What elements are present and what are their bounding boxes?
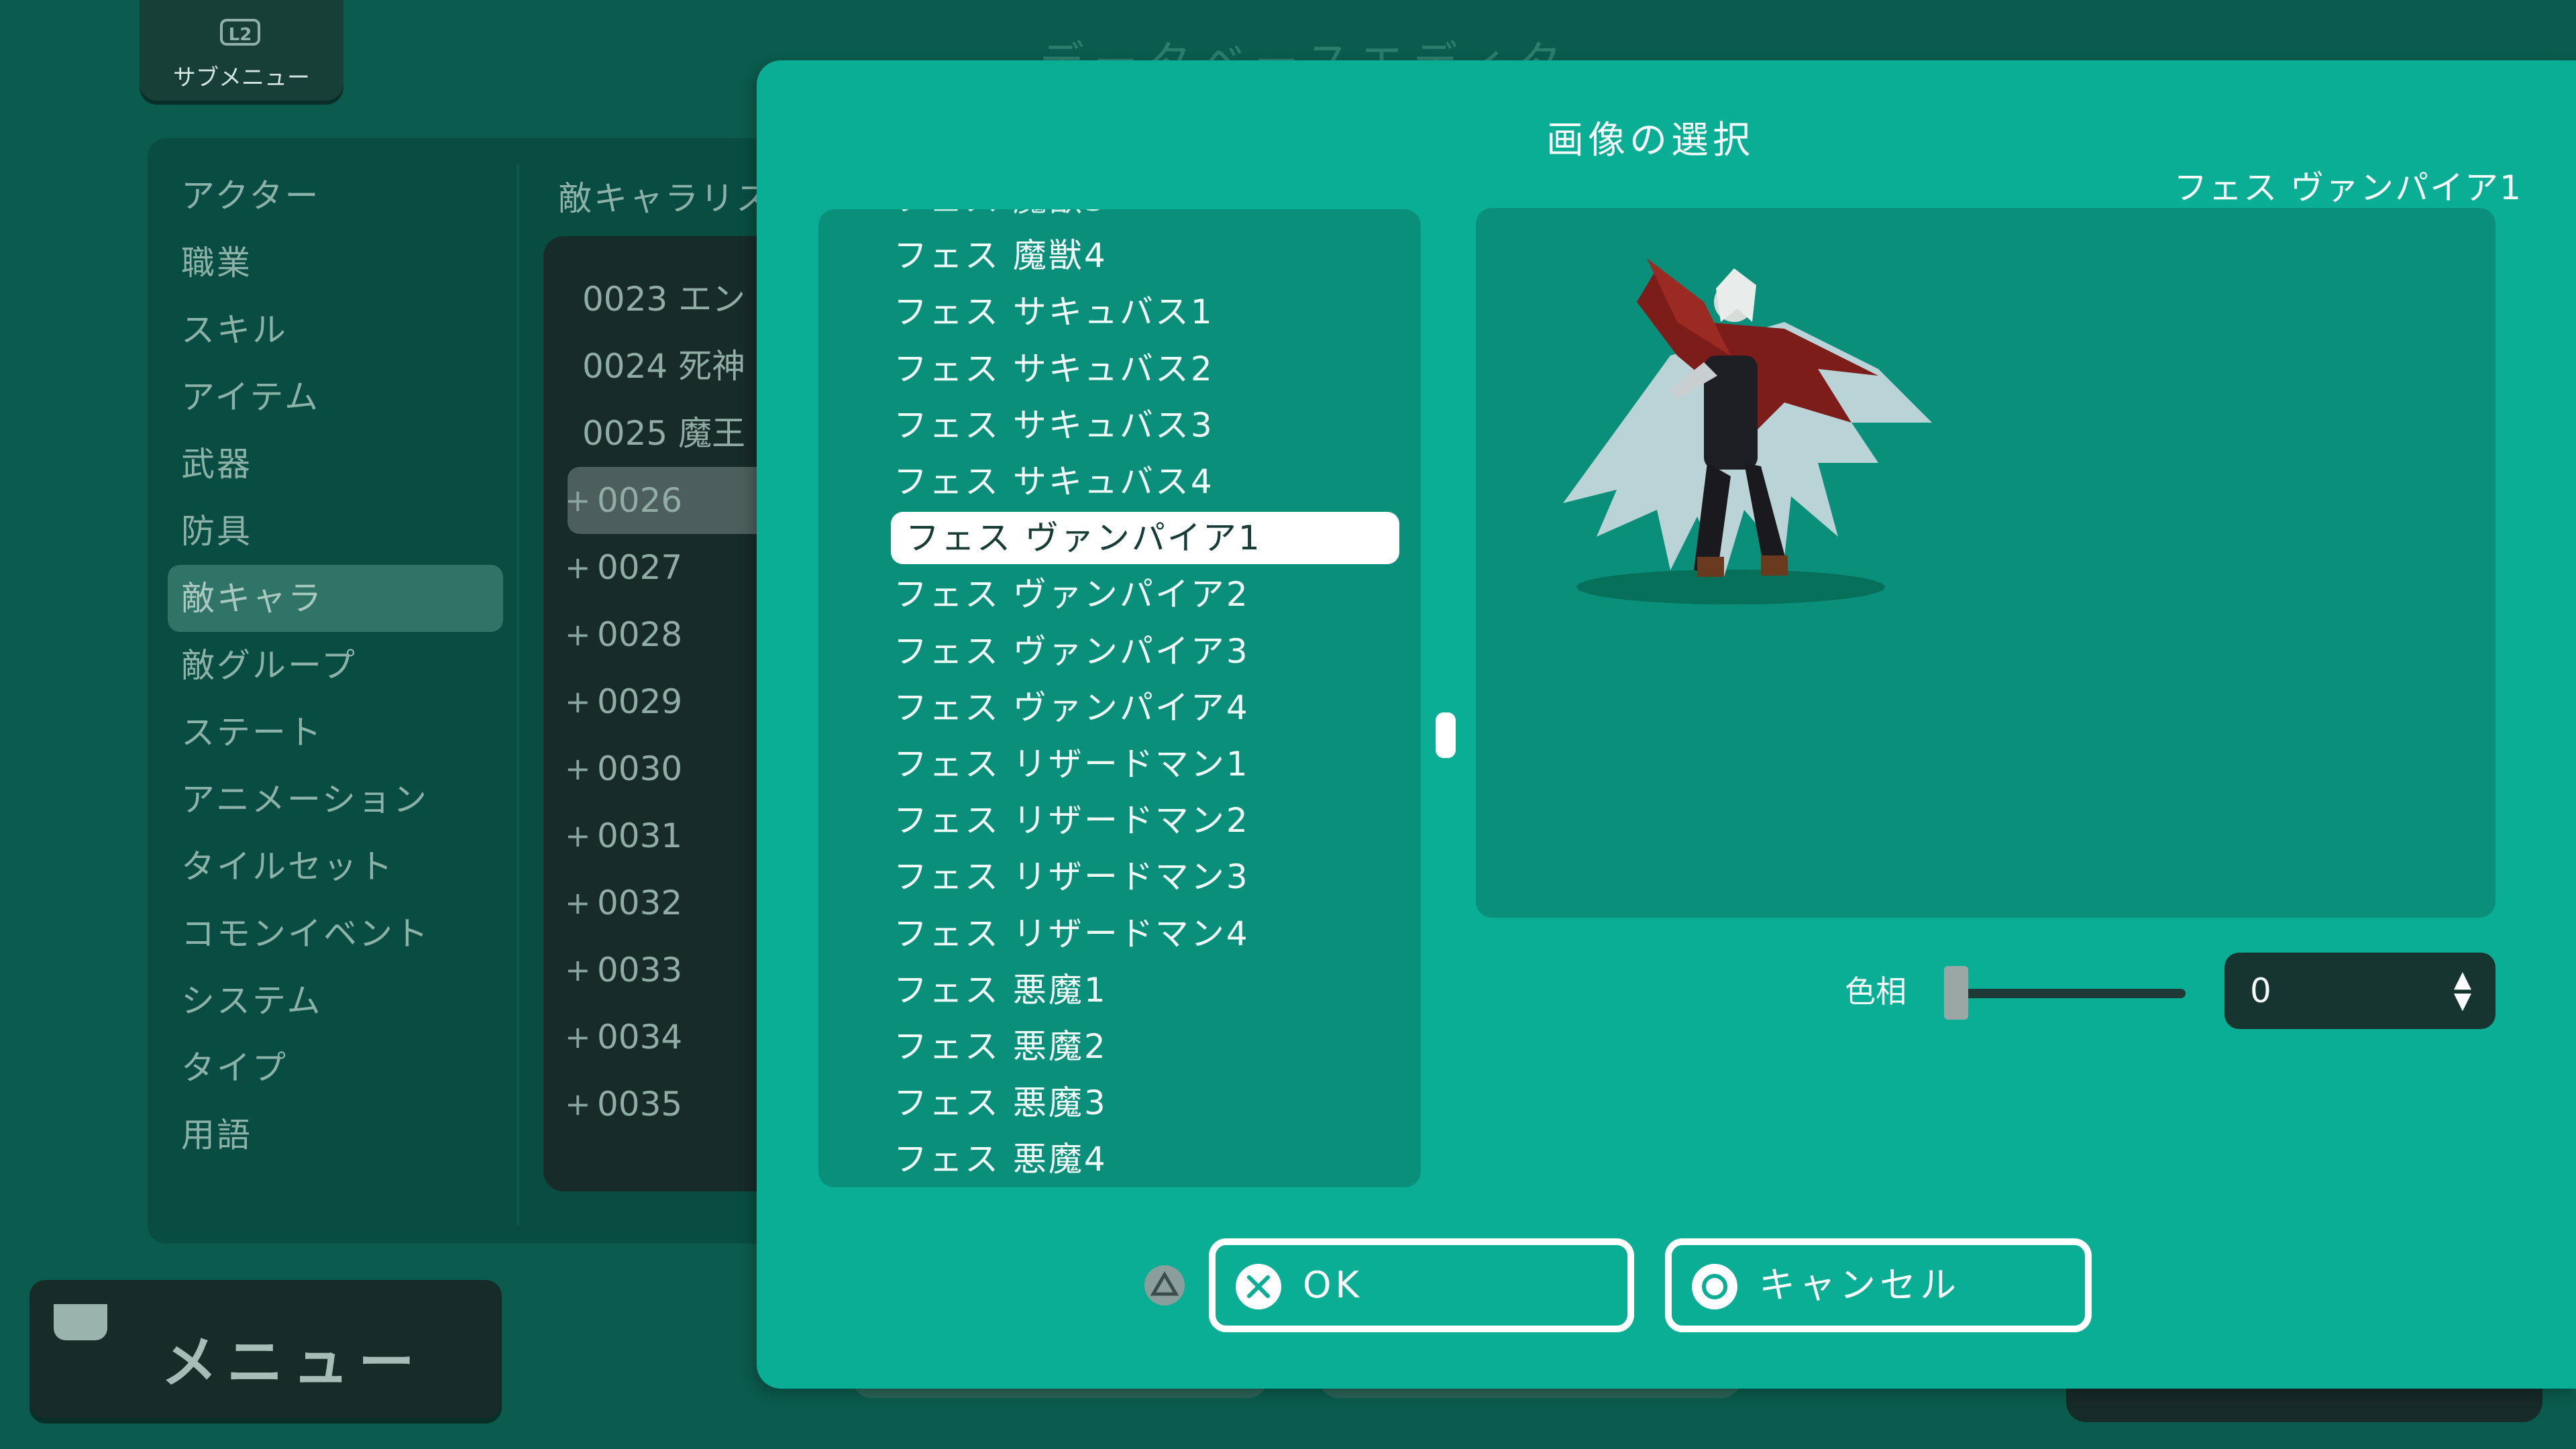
image-file-item[interactable]: フェス サキュバス3 bbox=[894, 399, 1214, 451]
category-item[interactable]: 職業 bbox=[168, 229, 503, 297]
enemy-label: 0034 bbox=[597, 1018, 683, 1057]
enemy-label: 0025 魔王 bbox=[582, 414, 746, 453]
enemy-label: 0026 bbox=[597, 481, 683, 520]
image-preview bbox=[1476, 208, 2496, 918]
plus-icon: + bbox=[565, 549, 591, 586]
image-file-item[interactable]: フェス リザードマン4 bbox=[894, 908, 1250, 960]
image-file-item[interactable]: フェス 悪魔4 bbox=[894, 1133, 1108, 1185]
hue-slider-track[interactable] bbox=[1957, 989, 2186, 998]
plus-icon: + bbox=[565, 952, 591, 988]
plus-icon: + bbox=[565, 818, 591, 854]
category-item[interactable]: 武器 bbox=[168, 431, 503, 498]
hue-slider-knob[interactable] bbox=[1944, 966, 1968, 1020]
enemy-label: 0032 bbox=[597, 883, 683, 922]
image-file-item[interactable]: フェス リザードマン2 bbox=[894, 794, 1250, 847]
plus-icon: + bbox=[565, 751, 591, 787]
enemy-list-header: 敵キャラリス bbox=[558, 179, 771, 218]
image-file-item[interactable]: フェス リザードマン3 bbox=[894, 851, 1250, 903]
dialog-title: 画像の選択 bbox=[1546, 119, 1754, 162]
triangle-icon bbox=[1150, 1271, 1179, 1296]
plus-icon: + bbox=[565, 482, 591, 519]
category-list: アクター 職業 スキル アイテム 武器 防具 敵キャラ 敵グループ ステート アニメーション タイル… bbox=[168, 162, 503, 1169]
image-file-item[interactable]: フェス 悪魔1 bbox=[894, 964, 1108, 1016]
submenu-label: サブメニュー bbox=[173, 64, 310, 91]
category-item[interactable]: 敵グループ bbox=[168, 632, 503, 699]
hue-value: 0 bbox=[2250, 971, 2271, 1010]
plus-icon: + bbox=[565, 616, 591, 653]
image-file-item-selected[interactable]: フェス ヴァンパイア1 bbox=[891, 512, 1399, 564]
image-file-item[interactable]: フェス 魔獣3 bbox=[894, 209, 1108, 225]
category-item[interactable]: 防具 bbox=[168, 498, 503, 565]
category-item[interactable]: タイルセット bbox=[168, 833, 503, 900]
image-file-item[interactable]: フェス ヴァンパイア2 bbox=[894, 568, 1250, 621]
image-file-list[interactable]: フェス 魔獣3フェス 魔獣4フェス サキュバス1フェス サキュバス2フェス サキ… bbox=[818, 209, 1421, 1187]
enemy-label: 0035 bbox=[597, 1085, 683, 1124]
image-file-item[interactable]: フェス サキュバス1 bbox=[894, 286, 1214, 338]
enemy-label: 0029 bbox=[597, 682, 683, 721]
category-item[interactable]: アイテム bbox=[168, 364, 503, 431]
cross-icon bbox=[1236, 1264, 1281, 1309]
category-item[interactable]: ステート bbox=[168, 699, 503, 766]
list-scrollbar-thumb[interactable] bbox=[1436, 712, 1456, 758]
cancel-label: キャンセル bbox=[1759, 1264, 1960, 1306]
image-select-dialog: 画像の選択 フェス ヴァンパイア1 フェス 魔獣3フェス 魔獣4フェス サキュバ… bbox=[757, 60, 2576, 1389]
image-file-item[interactable]: フェス 悪魔2 bbox=[894, 1020, 1108, 1073]
plus-icon: + bbox=[565, 684, 591, 720]
hue-value-input[interactable]: 0 ▲ ▼ bbox=[2224, 953, 2496, 1029]
image-file-item[interactable]: フェス ヴァンパイア3 bbox=[894, 625, 1250, 678]
panel-divider bbox=[517, 165, 519, 1225]
bowl-icon bbox=[54, 1304, 107, 1340]
submenu-button[interactable]: L2 サブメニュー bbox=[140, 0, 343, 101]
enemy-label: 0028 bbox=[597, 615, 683, 654]
category-item[interactable]: タイプ bbox=[168, 1034, 503, 1102]
hue-label: 色相 bbox=[1845, 973, 1907, 1010]
triangle-button[interactable] bbox=[1144, 1265, 1185, 1305]
category-item[interactable]: コモンイベント bbox=[168, 900, 503, 967]
spin-arrows-icon[interactable]: ▲ ▼ bbox=[2454, 968, 2471, 1012]
menu-button[interactable]: メニュー bbox=[30, 1280, 502, 1418]
plus-icon: + bbox=[565, 1086, 591, 1122]
image-file-item[interactable]: フェス リザードマン1 bbox=[894, 738, 1250, 790]
category-item[interactable]: システム bbox=[168, 967, 503, 1034]
enemy-label: 0023 エン bbox=[582, 280, 746, 319]
enemy-label: 0033 bbox=[597, 951, 683, 989]
category-item[interactable]: 用語 bbox=[168, 1102, 503, 1169]
image-file-item[interactable]: フェス 魔獣4 bbox=[894, 229, 1108, 282]
category-item[interactable]: 敵キャラ bbox=[168, 565, 503, 632]
image-file-item[interactable]: フェス サキュバス4 bbox=[894, 455, 1214, 508]
image-file-item[interactable]: フェス 悪魔3 bbox=[894, 1077, 1108, 1129]
category-item[interactable]: アクター bbox=[168, 162, 503, 229]
image-file-item[interactable]: フェス ヴァンパイア4 bbox=[894, 682, 1250, 734]
database-panel: アクター 職業 スキル アイテム 武器 防具 敵キャラ 敵グループ ステート アニメーション タイル… bbox=[148, 138, 825, 1244]
enemy-label: 0031 bbox=[597, 816, 683, 855]
ok-label: OK bbox=[1303, 1264, 1363, 1306]
ok-button[interactable]: OK bbox=[1209, 1238, 1634, 1332]
enemy-label: 0030 bbox=[597, 749, 683, 788]
menu-label: メニュー bbox=[161, 1330, 425, 1395]
category-item[interactable]: アニメーション bbox=[168, 766, 503, 833]
selected-image-name: フェス ヴァンパイア1 bbox=[2174, 168, 2522, 207]
enemy-label: 0024 死神 bbox=[582, 347, 746, 386]
plus-icon: + bbox=[565, 1019, 591, 1055]
image-file-item[interactable]: フェス サキュバス2 bbox=[894, 343, 1214, 395]
vampire-sprite-image bbox=[1563, 258, 1932, 604]
enemy-label: 0027 bbox=[597, 548, 683, 587]
circle-icon bbox=[1692, 1264, 1737, 1309]
cancel-button[interactable]: キャンセル bbox=[1665, 1238, 2092, 1332]
l2-icon: L2 bbox=[220, 19, 260, 46]
category-item[interactable]: スキル bbox=[168, 297, 503, 364]
plus-icon: + bbox=[565, 885, 591, 921]
